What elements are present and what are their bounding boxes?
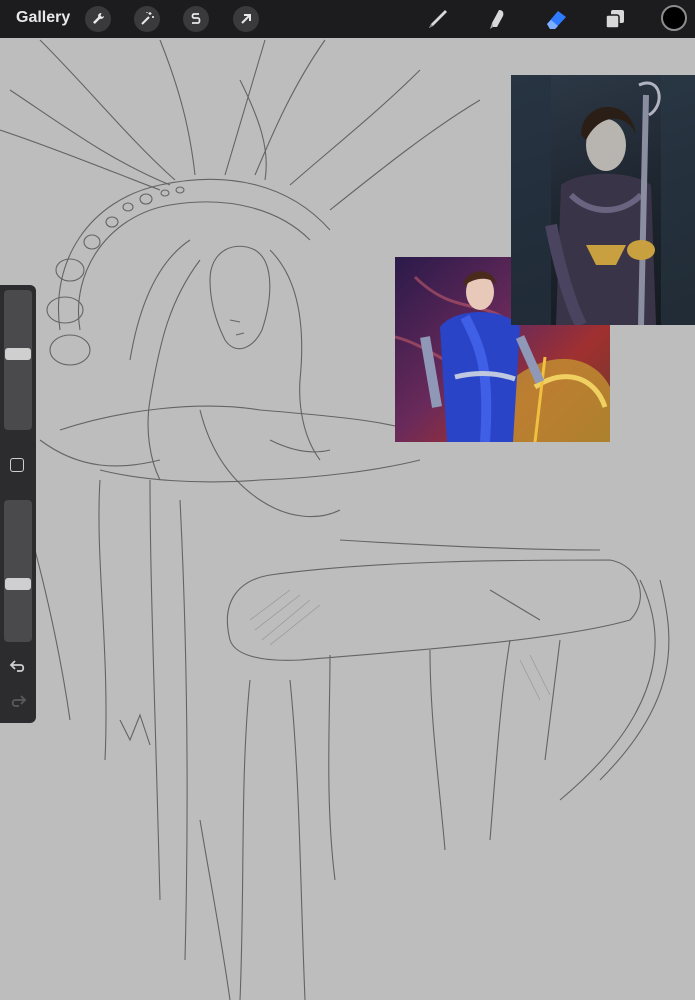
- brush-sidebar: [0, 285, 36, 723]
- undo-icon[interactable]: [9, 658, 27, 674]
- reference-image-dark-armor[interactable]: [511, 75, 695, 325]
- brush-icon[interactable]: [425, 6, 451, 32]
- redo-icon[interactable]: [9, 693, 27, 709]
- layers-icon[interactable]: [602, 6, 628, 32]
- modify-square-icon[interactable]: [10, 458, 24, 472]
- eraser-icon[interactable]: [543, 6, 569, 32]
- brush-size-slider[interactable]: [4, 290, 32, 430]
- brush-opacity-slider[interactable]: [4, 500, 32, 642]
- selection-s-icon[interactable]: [183, 6, 209, 32]
- brush-opacity-thumb[interactable]: [5, 578, 31, 590]
- smudge-icon[interactable]: [484, 6, 510, 32]
- brush-size-thumb[interactable]: [5, 348, 31, 360]
- arrow-transform-icon[interactable]: [233, 6, 259, 32]
- top-toolbar: Gallery: [0, 0, 695, 38]
- gallery-button[interactable]: Gallery: [16, 9, 70, 27]
- color-swatch[interactable]: [661, 5, 687, 31]
- wrench-icon[interactable]: [85, 6, 111, 32]
- drawing-canvas[interactable]: [0, 38, 695, 1000]
- magic-wand-icon[interactable]: [134, 6, 160, 32]
